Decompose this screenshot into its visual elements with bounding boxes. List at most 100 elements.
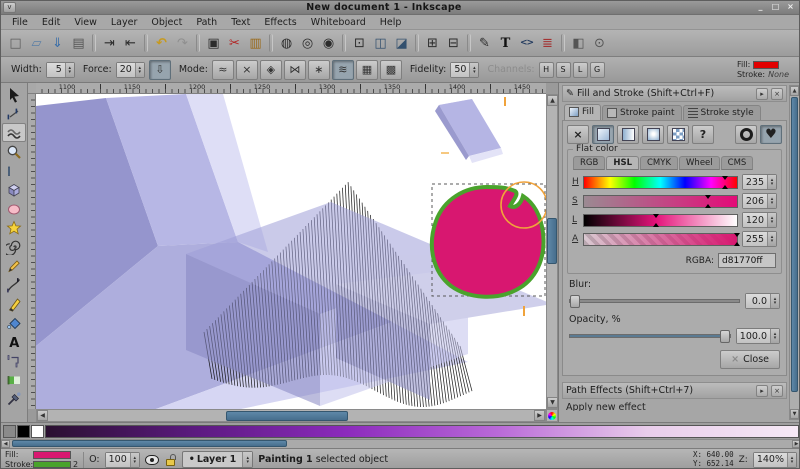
horizontal-ruler[interactable]: 11001150120012501300135014001450 — [36, 83, 546, 94]
zoom-page-button[interactable]: ◉ — [318, 33, 339, 54]
fill-rule-nonzero-button[interactable]: ♥ — [760, 125, 782, 144]
current-stroke-swatch[interactable] — [33, 461, 71, 468]
fill-rule-evenodd-button[interactable] — [735, 125, 757, 144]
menu-view[interactable]: View — [67, 16, 104, 29]
rgba-input[interactable]: d81770ff — [718, 253, 776, 268]
color-managed-view-toggle[interactable] — [546, 409, 558, 422]
scroll-left-arrow[interactable]: ◀ — [37, 410, 48, 421]
scroll-right-arrow[interactable]: ▶ — [534, 410, 545, 421]
color-spinner[interactable]: 120▴▾ — [742, 212, 777, 228]
layer-visibility-icon[interactable] — [145, 455, 159, 465]
window-menu-button[interactable]: v — [3, 2, 16, 13]
channel-h-button[interactable]: H — [539, 62, 554, 78]
color-tab-cms[interactable]: CMS — [721, 156, 754, 170]
zoom-tool[interactable] — [2, 142, 26, 161]
width-spinner[interactable]: 5▴▾ — [46, 62, 75, 78]
channel-l-button[interactable]: L — [573, 62, 588, 78]
tweak-mode-scale-button[interactable]: ⋈ — [284, 60, 306, 80]
dock-scroll-up-arrow[interactable]: ▲ — [790, 86, 799, 96]
palette-white-swatch[interactable] — [31, 425, 44, 438]
canvas[interactable] — [36, 94, 546, 409]
pe-close-button[interactable]: × — [771, 385, 783, 397]
palette-none-swatch[interactable] — [3, 425, 16, 438]
gradient-tool[interactable] — [2, 370, 26, 389]
tweak-mode-attract-button[interactable]: × — [236, 60, 258, 80]
selector-tool[interactable] — [2, 85, 26, 104]
tweak-tool[interactable] — [2, 123, 26, 142]
use-pressure-button[interactable]: ⇩ — [149, 60, 171, 80]
tweak-mode-jitter-button[interactable]: ◈ — [260, 60, 282, 80]
cut-button[interactable]: ✂ — [224, 33, 245, 54]
force-spinner[interactable]: 20▴▾ — [116, 62, 145, 78]
import-button[interactable]: ⇥ — [99, 33, 120, 54]
color-tab-cmyk[interactable]: CMYK — [640, 156, 678, 170]
paint-bucket-tool[interactable] — [2, 313, 26, 332]
minimize-button[interactable]: _ — [754, 2, 767, 13]
vertical-ruler[interactable] — [28, 94, 36, 409]
ellipse-tool[interactable] — [2, 199, 26, 218]
paint-linear-gradient-button[interactable] — [617, 125, 639, 144]
duplicate-button[interactable]: ⊡ — [349, 33, 370, 54]
zoom-spinner[interactable]: 140%▴▾ — [753, 452, 797, 468]
pencil-tool[interactable] — [2, 256, 26, 275]
dock-scroll-down-arrow[interactable]: ▼ — [790, 409, 799, 419]
paint-pattern-button[interactable] — [667, 125, 689, 144]
color-spinner[interactable]: 206▴▾ — [742, 193, 777, 209]
palette-scroll-left-arrow[interactable]: ◀ — [1, 440, 10, 448]
scroll-down-arrow[interactable]: ▼ — [547, 397, 558, 408]
tweak-mode-move-button[interactable]: ≈ — [212, 60, 234, 80]
connector-tool[interactable] — [2, 351, 26, 370]
menu-path[interactable]: Path — [189, 16, 224, 29]
tab-fill[interactable]: Fill — [564, 104, 601, 120]
canvas-horizontal-scrollbar[interactable]: ◀ ▶ — [36, 409, 546, 422]
menu-layer[interactable]: Layer — [104, 16, 145, 29]
color-tab-hsl[interactable]: HSL — [606, 156, 639, 170]
tool-fill-swatch[interactable] — [753, 61, 779, 69]
menu-help[interactable]: Help — [373, 16, 409, 29]
menu-whiteboard[interactable]: Whiteboard — [304, 16, 373, 29]
menu-edit[interactable]: Edit — [35, 16, 67, 29]
document-properties-button[interactable]: ◧ — [568, 33, 589, 54]
star-tool[interactable] — [2, 218, 26, 237]
unlink-clone-button[interactable]: ◪ — [391, 33, 412, 54]
maximize-button[interactable]: □ — [769, 2, 782, 13]
export-button[interactable]: ⇤ — [120, 33, 141, 54]
channel-s-button[interactable]: S — [556, 62, 571, 78]
ungroup-button[interactable]: ⊟ — [443, 33, 464, 54]
copy-button[interactable]: ▣ — [203, 33, 224, 54]
dock-scrollbar[interactable]: ▲ ▼ — [789, 85, 800, 420]
print-button[interactable]: ▤ — [68, 33, 89, 54]
group-button[interactable]: ⊞ — [422, 33, 443, 54]
layer-selector[interactable]: •Layer 1 ▴▾ — [182, 451, 254, 468]
opacity-slider[interactable] — [569, 334, 731, 338]
dock-scroll-thumb[interactable] — [791, 97, 798, 392]
fill-stroke-indicator[interactable]: Fill: Stroke:2 — [5, 450, 78, 469]
spiral-tool[interactable] — [2, 237, 26, 256]
menu-file[interactable]: File — [5, 16, 35, 29]
pen-tool[interactable] — [2, 275, 26, 294]
paint-flat-button[interactable] — [592, 125, 614, 144]
rectangle-tool[interactable] — [2, 161, 26, 180]
color-spinner[interactable]: 255▴▾ — [742, 231, 777, 247]
tab-stroke-style[interactable]: Stroke style — [683, 105, 761, 120]
redo-button[interactable]: ↷ — [172, 33, 193, 54]
palette-scroll-thumb[interactable] — [12, 440, 287, 447]
color-slider[interactable] — [583, 214, 738, 227]
clone-button[interactable]: ◫ — [370, 33, 391, 54]
dropper-tool[interactable] — [2, 389, 26, 408]
palette-scrollbar[interactable]: ◀ ▶ — [1, 439, 800, 448]
blur-spinner[interactable]: 0.0▴▾ — [745, 293, 780, 309]
paint-radial-gradient-button[interactable] — [642, 125, 664, 144]
text-tool[interactable]: A — [2, 332, 26, 351]
tweak-mode-push-button[interactable]: ≋ — [332, 60, 354, 80]
tweak-mode-jitter-color-button[interactable]: ▩ — [380, 60, 402, 80]
channel-o-button[interactable]: G — [590, 62, 605, 78]
opacity-spinner[interactable]: 100.0▴▾ — [736, 328, 780, 344]
text-dialog-button[interactable]: T — [495, 33, 516, 54]
object-opacity-spinner[interactable]: 100▴▾ — [105, 452, 140, 468]
preferences-button[interactable]: ⊙ — [589, 33, 610, 54]
calligraphy-tool[interactable] — [2, 294, 26, 313]
paste-button[interactable]: ▥ — [245, 33, 266, 54]
menu-text[interactable]: Text — [224, 16, 257, 29]
fidelity-spinner[interactable]: 50▴▾ — [450, 62, 479, 78]
